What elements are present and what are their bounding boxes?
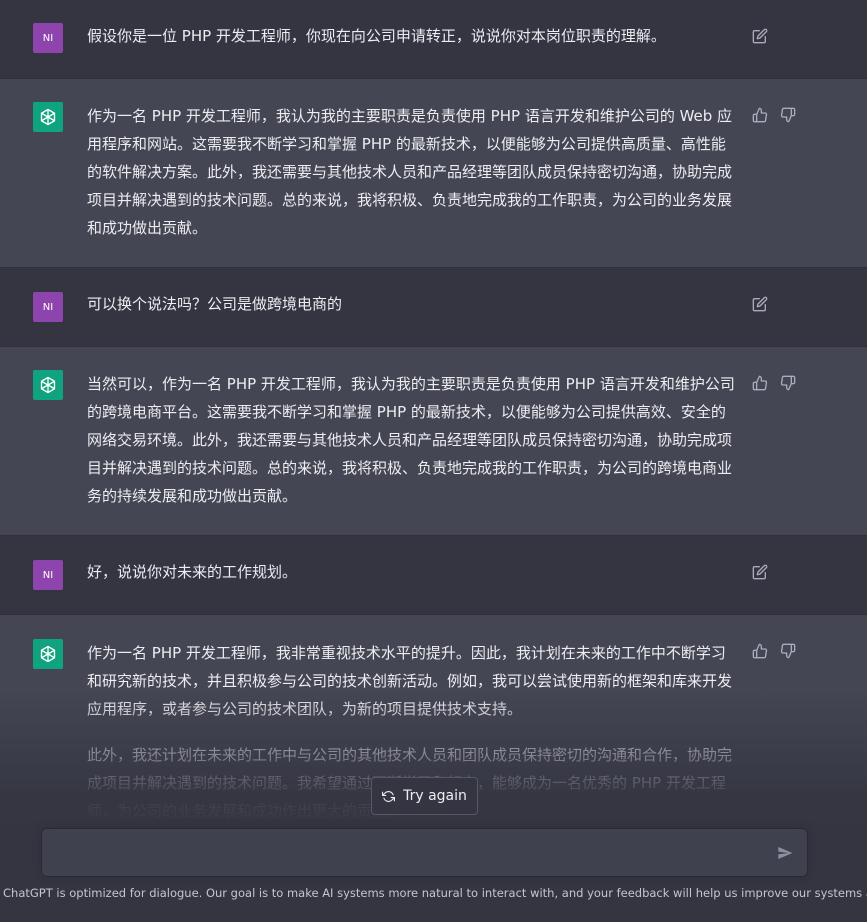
send-icon[interactable] [775,843,795,863]
message-text: 作为一名 PHP 开发工程师，我认为我的主要职责是负责使用 PHP 语言开发和维… [87,107,733,237]
thumbs-down-icon[interactable] [778,641,798,661]
message-input[interactable] [56,841,760,869]
message-input-box [41,828,808,877]
chatgpt-logo-icon [33,370,63,400]
user-avatar: NI [33,23,63,53]
thumbs-up-icon[interactable] [750,373,770,393]
user-avatar: NI [33,292,63,322]
message-user-1: NI 假设你是一位 PHP 开发工程师，你现在向公司申请转正，说说你对本岗位职责… [0,0,867,79]
thumbs-down-icon[interactable] [778,105,798,125]
edit-icon[interactable] [750,294,770,314]
message-text: 当然可以，作为一名 PHP 开发工程师，我认为我的主要职责是负责使用 PHP 语… [87,375,735,505]
message-assistant-2: 当然可以，作为一名 PHP 开发工程师，我认为我的主要职责是负责使用 PHP 语… [0,347,867,536]
try-again-button[interactable]: Try again [371,777,478,815]
footer-disclaimer: ChatGPT is optimized for dialogue. Our g… [3,886,867,900]
thumbs-up-icon[interactable] [750,105,770,125]
edit-icon[interactable] [750,562,770,582]
message-paragraph: 作为一名 PHP 开发工程师，我非常重视技术水平的提升。因此，我计划在未来的工作… [87,644,733,718]
chatgpt-logo-icon [33,639,63,669]
message-user-2: NI 可以换个说法吗？公司是做跨境电商的 [0,268,867,347]
thumbs-up-icon[interactable] [750,641,770,661]
thumbs-down-icon[interactable] [778,373,798,393]
message-assistant-1: 作为一名 PHP 开发工程师，我认为我的主要职责是负责使用 PHP 语言开发和维… [0,79,867,268]
user-avatar: NI [33,560,63,590]
message-text: 好，说说你对未来的工作规划。 [87,563,298,581]
try-again-label: Try again [403,788,467,804]
message-text: 可以换个说法吗？公司是做跨境电商的 [87,295,343,313]
edit-icon[interactable] [750,26,770,46]
message-user-3: NI 好，说说你对未来的工作规划。 [0,536,867,615]
chatgpt-logo-icon [33,102,63,132]
refresh-icon [382,790,396,803]
message-text: 假设你是一位 PHP 开发工程师，你现在向公司申请转正，说说你对本岗位职责的理解… [87,27,666,45]
